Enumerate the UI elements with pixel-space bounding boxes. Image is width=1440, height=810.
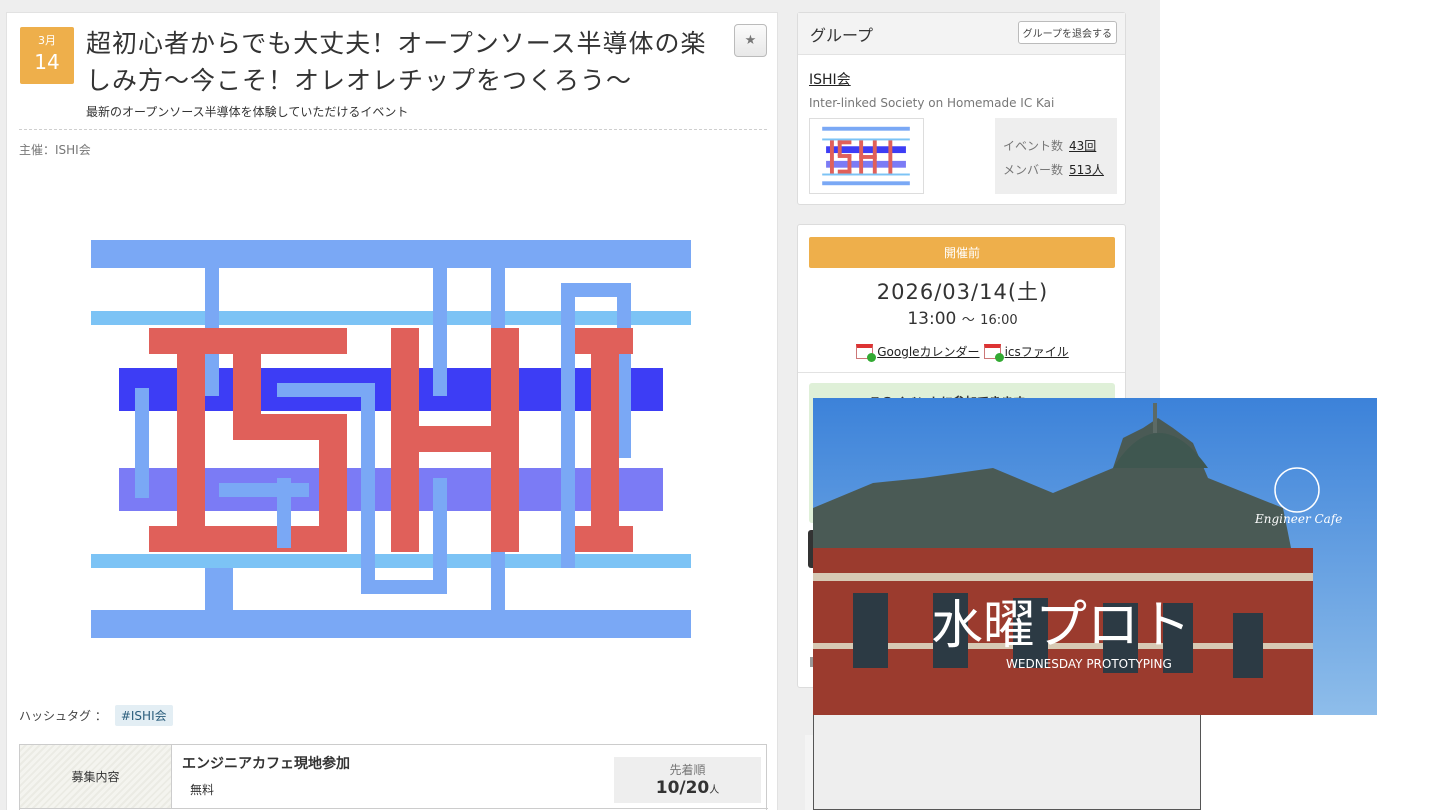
group-logo[interactable] <box>809 118 924 194</box>
divider <box>798 372 1125 373</box>
group-header: グループ グループを退会する <box>798 13 1125 55</box>
engineer-cafe-text: Engineer Cafe <box>1254 512 1342 526</box>
capacity-value: 10/20 <box>655 778 710 798</box>
event-count-label: イベント数 <box>1003 139 1064 153</box>
banner-title: 水曜プロト <box>931 596 1191 656</box>
recruit-fee: 無料 <box>190 783 215 797</box>
ics-download-icon <box>983 344 1004 362</box>
time-separator: 〜 <box>961 313 975 328</box>
ics-file-link[interactable]: icsファイル <box>1005 343 1069 360</box>
calendar-links: Googleカレンダー icsファイル <box>798 343 1127 362</box>
recruit-name: エンジニアカフェ現地参加 <box>182 756 350 772</box>
event-subtitle: 最新のオープンソース半導体を体験していただけるイベント <box>86 105 409 119</box>
member-count-row: メンバー数 513人 <box>1003 158 1117 182</box>
event-count-link[interactable]: 43回 <box>1069 139 1096 153</box>
start-time: 13:00 <box>907 309 957 329</box>
hashtag-row: ハッシュタグ ： #ISHI会 <box>19 705 173 726</box>
capacity-unit: 人 <box>709 785 720 796</box>
event-time: 13:00 〜 16:00 <box>798 309 1127 329</box>
ishi-logo-image <box>91 240 691 638</box>
panel-shadow <box>805 735 813 810</box>
date-badge: 3月 14 <box>20 27 74 84</box>
group-heading: グループ <box>810 26 874 45</box>
end-time: 16:00 <box>980 313 1018 328</box>
date-badge-month: 3月 <box>38 34 56 47</box>
hashtag-label: ハッシュタグ ： <box>19 709 107 723</box>
member-count-link[interactable]: 513人 <box>1069 163 1104 177</box>
capacity-box: 先着順 10/20人 <box>614 757 761 803</box>
banner-subtitle: WEDNESDAY PROTOTYPING <box>1006 657 1172 671</box>
leave-group-button[interactable]: グループを退会する <box>1017 21 1117 44</box>
group-panel: グループ グループを退会する ISHI会 Inter-linked Societ… <box>797 12 1126 205</box>
wednesday-prototyping-banner: 水曜プロト WEDNESDAY PROTOTYPING Engineer Caf… <box>813 398 1377 715</box>
bookmark-button[interactable]: ★ <box>734 24 767 57</box>
date-badge-day: 14 <box>34 50 60 74</box>
event-count-row: イベント数 43回 <box>1003 134 1117 158</box>
table-divider <box>20 808 768 809</box>
event-main-panel: 3月 14 超初心者からでも大丈夫！オープンソース半導体の楽しみ方〜今こそ！オレ… <box>6 12 778 810</box>
group-description: Inter-linked Society on Homemade IC Kai <box>809 96 1055 110</box>
member-count-label: メンバー数 <box>1003 163 1064 177</box>
star-icon: ★ <box>744 33 757 48</box>
divider <box>19 129 767 130</box>
hashtag-link[interactable]: #ISHI会 <box>114 705 173 726</box>
organizer-text: 主催：ISHI会 <box>19 143 91 157</box>
status-badge: 開催前 <box>809 237 1115 268</box>
group-name-link[interactable]: ISHI会 <box>809 69 851 89</box>
recruit-label: 募集内容 <box>20 745 172 808</box>
blank-panel <box>813 715 1201 810</box>
calendar-add-icon <box>856 344 877 362</box>
event-date: 2026/03/14(土) <box>876 280 1049 304</box>
capacity-label: 先着順 <box>669 763 706 777</box>
recruit-table: 募集内容 エンジニアカフェ現地参加 無料 先着順 10/20人 <box>19 744 768 810</box>
google-calendar-link[interactable]: Googleカレンダー <box>877 343 979 360</box>
group-stats: イベント数 43回 メンバー数 513人 <box>995 118 1117 194</box>
event-title: 超初心者からでも大丈夫！オープンソース半導体の楽しみ方〜今こそ！オレオレチップを… <box>86 29 707 95</box>
